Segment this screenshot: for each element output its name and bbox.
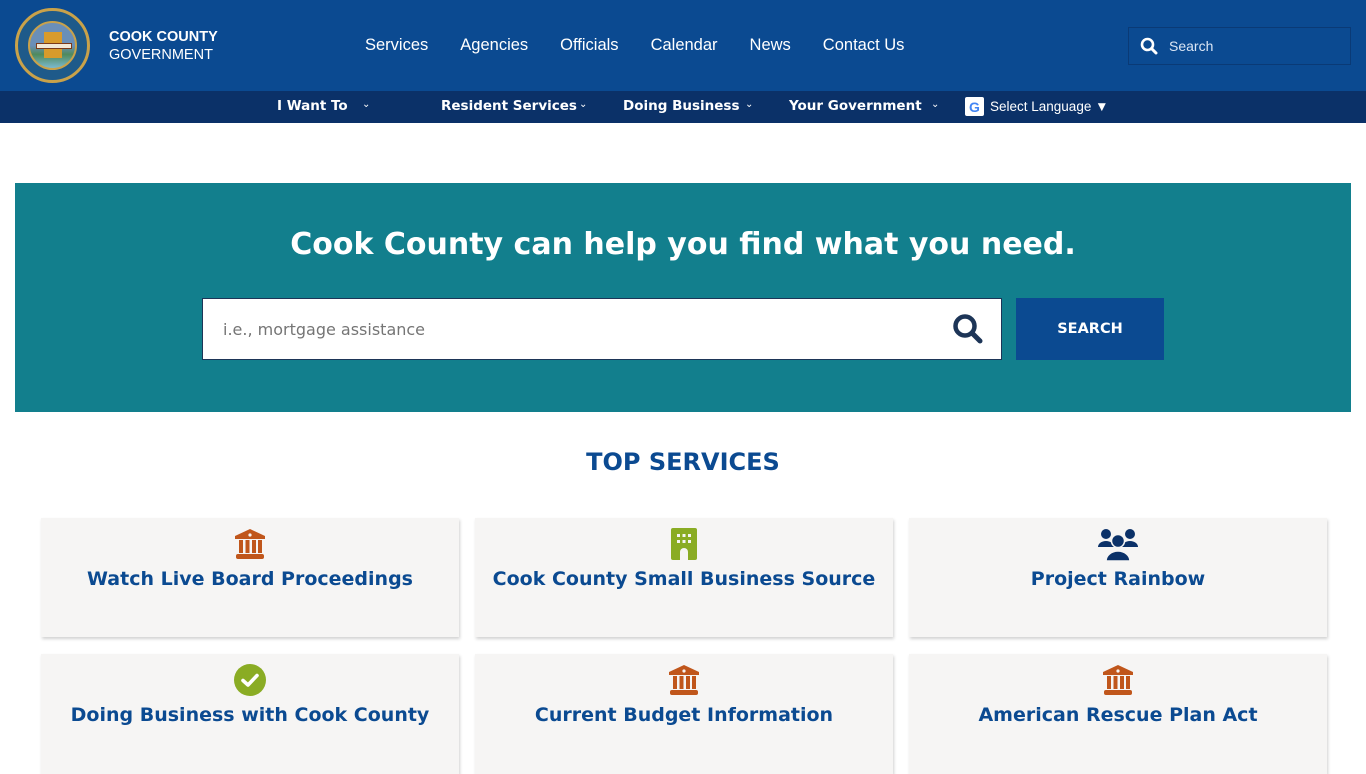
card-icon-wrap xyxy=(41,664,459,696)
check-circle-icon xyxy=(234,664,266,696)
brand-line-1: COOK COUNTY xyxy=(109,29,218,45)
service-card-small-business-source[interactable]: Cook County Small Business Source xyxy=(475,518,893,637)
service-card-american-rescue-plan[interactable]: American Rescue Plan Act xyxy=(909,654,1327,774)
service-card-watch-live-board[interactable]: Watch Live Board Proceedings xyxy=(41,518,459,637)
service-card-project-rainbow[interactable]: Project Rainbow xyxy=(909,518,1327,637)
service-card-label: American Rescue Plan Act xyxy=(978,704,1258,726)
subnav-your-government[interactable]: Your Government xyxy=(789,98,922,114)
header-search xyxy=(1128,27,1351,65)
language-selector[interactable]: G Select Language ▼ xyxy=(965,97,1108,116)
nav-contact-us[interactable]: Contact Us xyxy=(823,36,905,55)
seal-ribbon xyxy=(36,43,72,49)
language-label: Select Language ▼ xyxy=(990,99,1109,114)
hero-search-section: Cook County can help you find what you n… xyxy=(15,183,1351,412)
service-card-label: Doing Business with Cook County xyxy=(70,704,430,726)
search-icon[interactable] xyxy=(1140,37,1158,59)
hero-search-input[interactable] xyxy=(223,317,923,341)
subnav-doing-business[interactable]: Doing Business xyxy=(623,98,739,114)
chevron-down-icon[interactable]: ⌄ xyxy=(579,99,587,110)
card-icon-wrap xyxy=(909,664,1327,696)
cook-county-seal-logo[interactable] xyxy=(15,8,90,83)
secondary-nav: I Want To ⌄ Resident Services ⌄ Doing Bu… xyxy=(0,91,1366,123)
hero-search-box xyxy=(202,298,1002,360)
service-card-label: Current Budget Information xyxy=(534,704,834,726)
card-icon-wrap xyxy=(475,528,893,560)
landmark-icon xyxy=(669,665,699,695)
hero-search-button[interactable]: SEARCH xyxy=(1016,298,1164,360)
service-card-label: Cook County Small Business Source xyxy=(492,568,876,590)
brand-name[interactable]: COOK COUNTY GOVERNMENT xyxy=(109,28,218,64)
card-icon-wrap xyxy=(475,664,893,696)
service-card-label: Watch Live Board Proceedings xyxy=(87,568,413,590)
nav-calendar[interactable]: Calendar xyxy=(651,36,718,55)
users-icon xyxy=(1098,529,1138,562)
service-card-label: Project Rainbow xyxy=(1030,568,1206,590)
search-icon[interactable] xyxy=(952,313,984,349)
top-services-title: TOP SERVICES xyxy=(586,448,780,476)
brand-line-2: GOVERNMENT xyxy=(109,47,213,63)
site-header: COOK COUNTY GOVERNMENT Services Agencies… xyxy=(0,0,1366,91)
header-search-input[interactable] xyxy=(1169,36,1339,56)
main-nav: Services Agencies Officials Calendar New… xyxy=(365,36,936,55)
card-icon-wrap xyxy=(41,528,459,560)
landmark-icon xyxy=(235,529,265,559)
google-translate-icon: G xyxy=(965,97,984,116)
nav-news[interactable]: News xyxy=(750,36,791,55)
hero-title: Cook County can help you find what you n… xyxy=(290,227,1076,262)
service-card-budget-information[interactable]: Current Budget Information xyxy=(475,654,893,774)
nav-agencies[interactable]: Agencies xyxy=(460,36,528,55)
card-icon-wrap xyxy=(909,528,1327,562)
nav-officials[interactable]: Officials xyxy=(560,36,618,55)
landmark-icon xyxy=(1103,665,1133,695)
subnav-i-want-to[interactable]: I Want To xyxy=(277,98,348,114)
service-card-doing-business[interactable]: Doing Business with Cook County xyxy=(41,654,459,774)
nav-services[interactable]: Services xyxy=(365,36,428,55)
building-icon xyxy=(671,528,697,560)
chevron-down-icon[interactable]: ⌄ xyxy=(931,99,939,110)
seal-emblem xyxy=(28,21,77,70)
chevron-down-icon[interactable]: ⌄ xyxy=(745,99,753,110)
subnav-resident-services[interactable]: Resident Services xyxy=(441,98,577,114)
chevron-down-icon[interactable]: ⌄ xyxy=(362,99,370,110)
